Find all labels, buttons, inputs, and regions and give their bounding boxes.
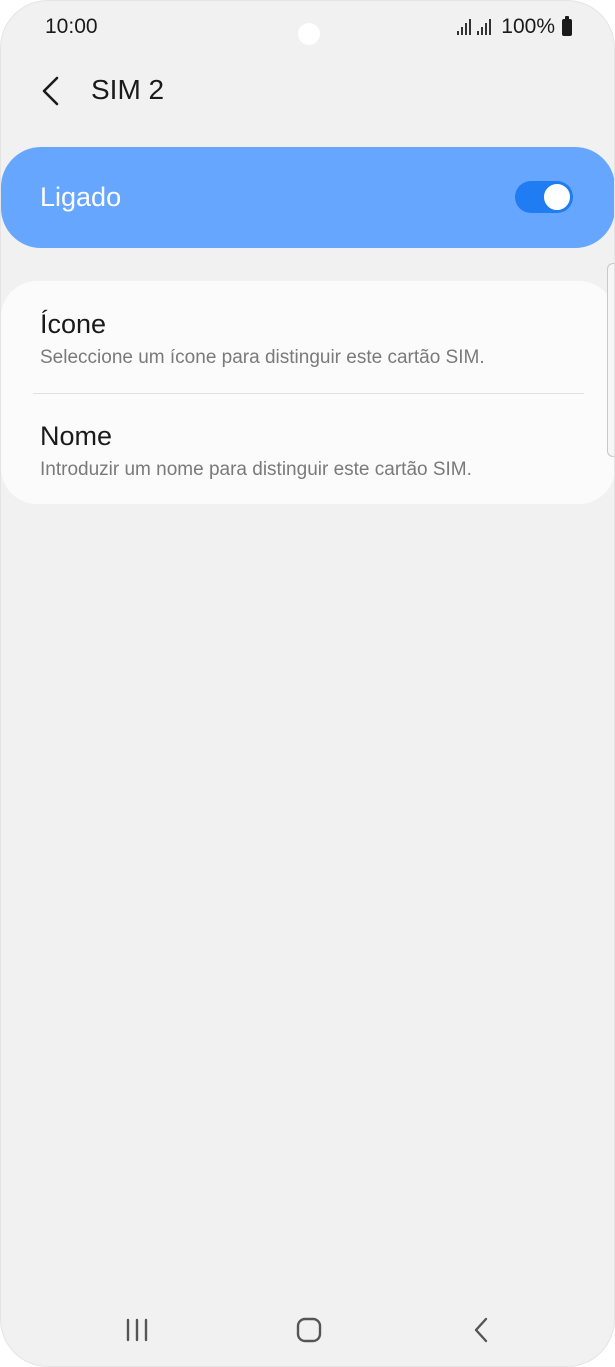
nav-back-button[interactable] xyxy=(451,1300,511,1360)
signal-sim1-icon xyxy=(457,19,472,35)
page-title: SIM 2 xyxy=(91,74,165,105)
signal-sim2-icon xyxy=(477,19,492,35)
settings-list: Ícone Seleccione um ícone para distingui… xyxy=(1,281,614,505)
back-button[interactable] xyxy=(29,65,73,117)
setting-name[interactable]: Nome Introduzir um nome para distinguir … xyxy=(1,393,614,505)
nav-back-icon xyxy=(474,1317,488,1343)
status-time: 10:00 xyxy=(45,15,98,38)
setting-description: Introduzir um nome para distinguir este … xyxy=(40,459,472,480)
home-icon xyxy=(296,1317,322,1343)
setting-title: Ícone xyxy=(40,309,107,339)
phone-screen: 10:00 100% SIM 2 Ligado Ícone Seleccione… xyxy=(0,0,615,1367)
master-switch-label: Ligado xyxy=(40,182,122,212)
battery-percent: 100% xyxy=(501,15,555,38)
battery-icon xyxy=(562,15,572,36)
status-icons: 100% xyxy=(457,15,572,39)
toggle-knob xyxy=(543,183,571,211)
master-switch-bar[interactable]: Ligado xyxy=(1,147,614,248)
navigation-bar xyxy=(1,1286,614,1366)
setting-icon[interactable]: Ícone Seleccione um ícone para distingui… xyxy=(1,281,614,393)
home-button[interactable] xyxy=(279,1300,339,1360)
app-header: SIM 2 xyxy=(1,61,614,121)
recent-apps-icon xyxy=(126,1318,148,1342)
setting-description: Seleccione um ícone para distinguir este… xyxy=(40,347,485,368)
setting-title: Nome xyxy=(40,421,113,451)
back-arrow-icon xyxy=(42,76,59,106)
recent-apps-button[interactable] xyxy=(107,1300,167,1360)
scrollbar[interactable] xyxy=(607,263,614,457)
status-bar: 10:00 100% xyxy=(1,1,614,57)
front-camera xyxy=(298,23,320,45)
sim-toggle[interactable] xyxy=(515,181,573,213)
